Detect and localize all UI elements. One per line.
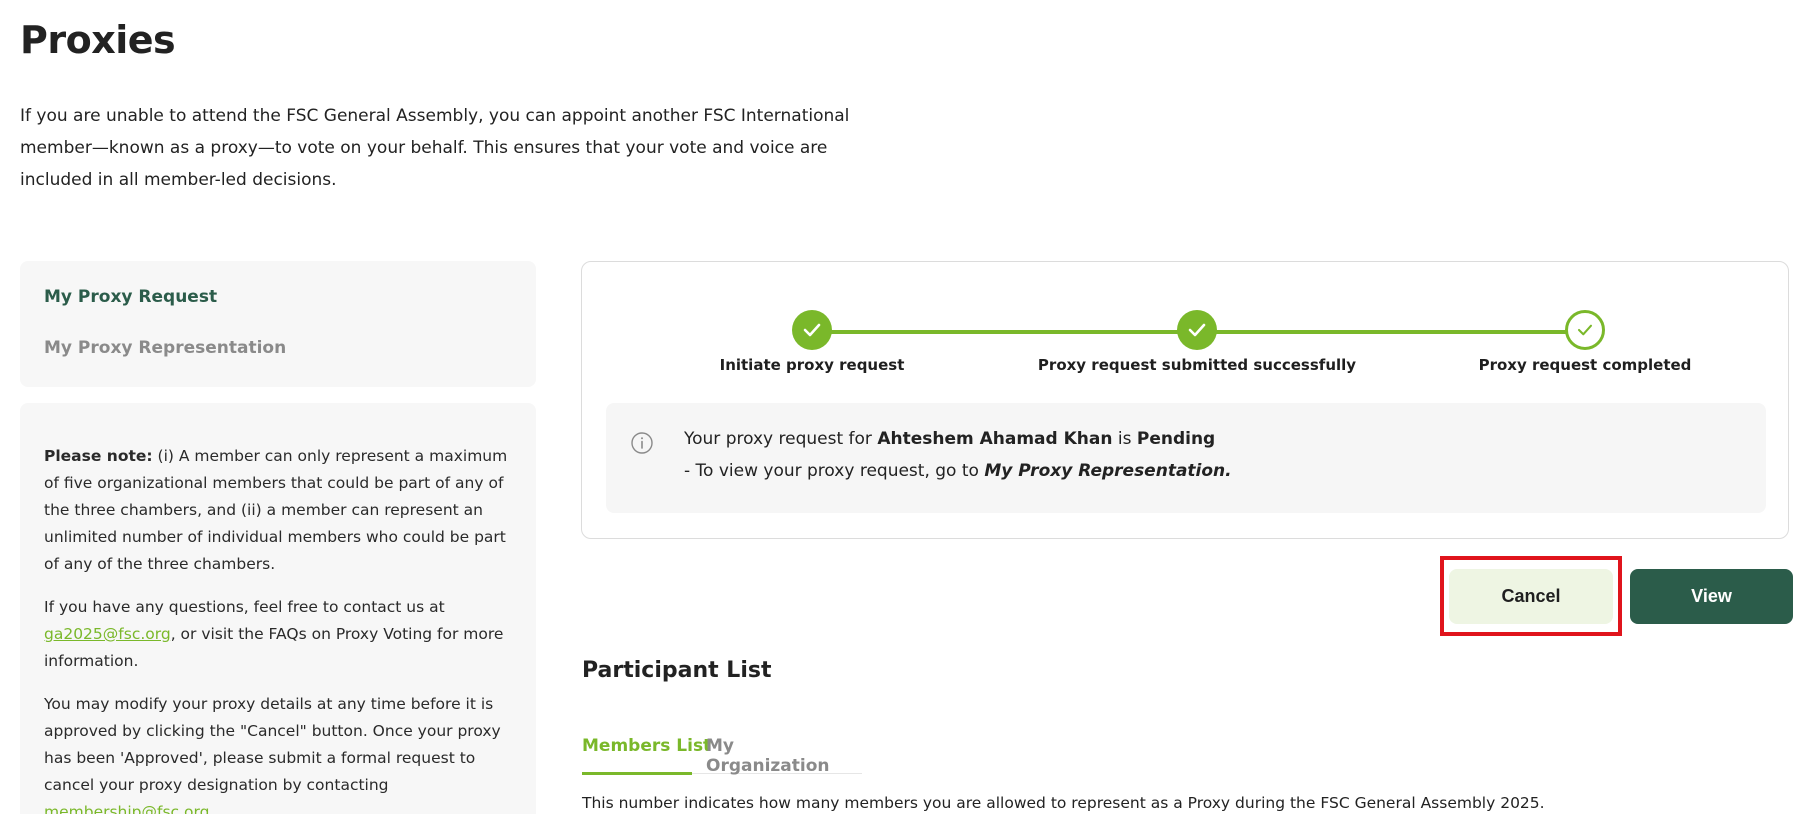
proxy-status-value: Pending	[1136, 429, 1216, 449]
note-card: Please note: (i) A member can only repre…	[20, 403, 536, 814]
note-paragraph-limits: Please note: (i) A member can only repre…	[44, 443, 512, 578]
active-tab-underline	[582, 772, 692, 775]
tab-members-list[interactable]: Members List	[582, 736, 711, 756]
step-2-check-icon	[1177, 310, 1217, 350]
status-mid: is	[1112, 429, 1137, 449]
proxy-nav-card: My Proxy Request My Proxy Representation	[20, 261, 536, 387]
step-connector-2	[1197, 330, 1585, 334]
note-label: Please note:	[44, 447, 153, 465]
info-icon	[631, 432, 653, 454]
proxy-progress-card: Initiate proxy request Proxy request sub…	[581, 261, 1789, 539]
note-limits-text: (i) A member can only represent a maximu…	[44, 447, 508, 573]
contact-email-link[interactable]: ga2025@fsc.org	[44, 625, 171, 643]
step-3-label: Proxy request completed	[1478, 356, 1692, 374]
note-paragraph-modify: You may modify your proxy details at any…	[44, 691, 512, 814]
status-line-2: - To view your proxy request, go to My P…	[684, 455, 1232, 487]
note-paragraph-contact: If you have any questions, feel free to …	[44, 594, 512, 675]
nav-my-proxy-representation[interactable]: My Proxy Representation	[44, 336, 512, 360]
view-hint-prefix: - To view your proxy request, go to	[684, 461, 985, 481]
step-connector-1	[812, 330, 1197, 334]
tab-my-organization[interactable]: My Organization	[706, 736, 862, 776]
page-title: Proxies	[20, 18, 176, 62]
membership-email-link[interactable]: membership@fsc.org	[44, 803, 209, 814]
participant-tabs: Members List My Organization	[582, 732, 862, 776]
step-2-label: Proxy request submitted successfully	[1037, 356, 1357, 374]
view-hint-link: My Proxy Representation.	[984, 461, 1232, 481]
participant-list-title: Participant List	[582, 658, 772, 683]
intro-text: If you are unable to attend the FSC Gene…	[20, 106, 850, 190]
status-prefix: Your proxy request for	[684, 429, 878, 449]
status-line-1: Your proxy request for Ahteshem Ahamad K…	[684, 423, 1232, 455]
step-3-check-icon	[1565, 310, 1605, 350]
proxy-limit-footnote: This number indicates how many members y…	[582, 794, 1545, 812]
contact-prefix: If you have any questions, feel free to …	[44, 598, 445, 616]
view-button[interactable]: View	[1630, 569, 1793, 624]
step-1-check-icon	[792, 310, 832, 350]
proxy-member-name: Ahteshem Ahamad Khan	[877, 429, 1113, 449]
proxy-status-info-box: Your proxy request for Ahteshem Ahamad K…	[606, 403, 1766, 513]
step-1-label: Initiate proxy request	[719, 356, 905, 374]
page-root: Proxies If you are unable to attend the …	[0, 0, 1807, 814]
cancel-button[interactable]: Cancel	[1449, 569, 1613, 624]
nav-my-proxy-request[interactable]: My Proxy Request	[44, 285, 512, 309]
modify-text: You may modify your proxy details at any…	[44, 695, 501, 794]
proxy-status-text: Your proxy request for Ahteshem Ahamad K…	[684, 423, 1232, 487]
